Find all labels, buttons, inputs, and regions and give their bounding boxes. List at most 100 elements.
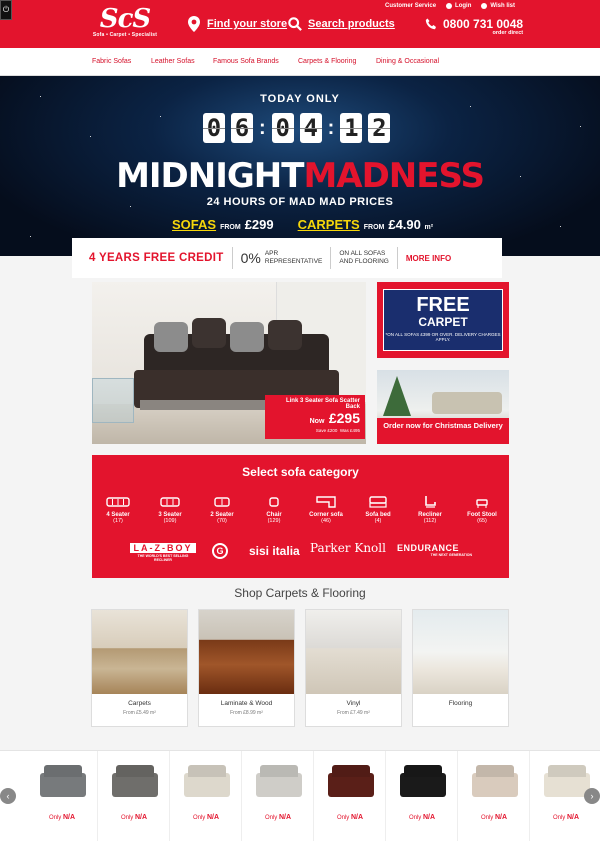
category-3-seater[interactable]: 3 Seater (109): [144, 495, 196, 524]
now-label: Now: [309, 418, 325, 425]
power-icon[interactable]: ⏻: [0, 0, 12, 20]
category-sofa-bed[interactable]: Sofa bed (4): [352, 495, 404, 524]
more-info-link[interactable]: MORE INFO: [406, 254, 451, 263]
carpet-card-name: Laminate & Wood: [220, 700, 273, 707]
nav-famous-sofa-brands[interactable]: Famous Sofa Brands: [213, 58, 279, 65]
carousel-item[interactable]: Only N/A: [98, 751, 170, 841]
sofa-price-tag[interactable]: Link 3 Seater Sofa Scatter Back Now £295…: [265, 395, 365, 439]
login-link[interactable]: Login: [446, 3, 471, 9]
hero-title-red: MADNESS: [303, 156, 484, 196]
sofa-thumbnail: [184, 773, 230, 797]
credit-scope: ON ALL SOFAS AND FLOORING: [339, 250, 388, 266]
christmas-delivery-promo[interactable]: Order now for Christmas Delivery: [377, 370, 509, 444]
sofa-thumbnail: [40, 773, 86, 797]
cushion: [268, 320, 302, 350]
recliner-icon: [425, 496, 436, 508]
sofas-offer[interactable]: SOFAS FROM £299: [172, 217, 274, 232]
apr-line-1: APR: [264, 250, 279, 257]
sofa-category-panel: Select sofa category 4 Seater (17) 3 Sea…: [92, 455, 509, 578]
carousel-item[interactable]: Only N/A: [386, 751, 458, 841]
endurance-tagline: THE NEXT GENERATION: [430, 553, 472, 557]
carousel-prev-button[interactable]: ‹: [0, 788, 16, 804]
carpet-card-carpets[interactable]: Carpets From £5.49 m²: [91, 609, 188, 727]
category-count: (129): [267, 518, 281, 524]
sisi-italia-logo[interactable]: sisi italia: [249, 544, 300, 558]
sofa-thumbnail: [112, 773, 158, 797]
carousel-item[interactable]: Only N/A: [26, 751, 98, 841]
carousel-item[interactable]: Only N/A: [458, 751, 530, 841]
carpets-offer[interactable]: CARPETS FROM £4.90 m²: [298, 217, 433, 232]
foot-stool-icon: [476, 499, 488, 508]
category-count: (46): [321, 518, 331, 524]
category-count: (4): [374, 518, 382, 524]
free-carpet-promo[interactable]: FREE CARPET *ON ALL SOFAS £399 OR OVER. …: [377, 282, 509, 358]
carpet-card-price: From £7.49 m²: [337, 710, 370, 716]
timer-digit: 0: [271, 113, 294, 143]
carousel-price: Only N/A: [530, 814, 600, 821]
christmas-delivery-label: Order now for Christmas Delivery: [377, 418, 509, 444]
phone-number: 0800 731 0048: [443, 17, 524, 31]
timer-digit: 0: [203, 113, 225, 143]
divider: [231, 247, 233, 269]
sofa-thumbnail: [328, 773, 374, 797]
nav-fabric-sofas[interactable]: Fabric Sofas: [92, 58, 131, 65]
category-2-seater[interactable]: 2 Seater (70): [196, 495, 248, 524]
midnight-madness-banner[interactable]: TODAY ONLY 0 6 : 0 4 : 1 2 MIDNIGHTMADNE…: [0, 76, 600, 256]
nav-leather-sofas[interactable]: Leather Sofas: [151, 58, 195, 65]
sofa-name: Link 3 Seater Sofa Scatter Back: [285, 398, 360, 410]
phone-icon: [425, 18, 436, 30]
endurance-logo[interactable]: ENDURANCE THE NEXT GENERATION: [397, 543, 472, 557]
timer-colon: :: [259, 116, 266, 139]
main-nav: Fabric Sofas Leather Sofas Famous Sofa B…: [0, 48, 600, 76]
category-foot-stool[interactable]: Foot Stool (65): [456, 495, 508, 524]
nav-carpets-flooring[interactable]: Carpets & Flooring: [298, 58, 356, 65]
find-store-link[interactable]: Find your store: [187, 16, 287, 32]
carousel-price: Only N/A: [26, 814, 98, 821]
parker-knoll-logo[interactable]: Parker Knoll: [310, 541, 386, 555]
wish-list-link[interactable]: Wish list: [481, 3, 515, 9]
today-only-label: TODAY ONLY: [260, 93, 340, 105]
phone-order[interactable]: 0800 731 0048 order direct: [425, 18, 523, 36]
cushion: [192, 318, 226, 348]
corner-sofa-icon: [316, 496, 336, 508]
flooring-image: [413, 610, 508, 694]
category-recliner[interactable]: Recliner (112): [404, 495, 456, 524]
category-chair[interactable]: Chair (129): [248, 495, 300, 524]
category-count: (65): [477, 518, 487, 524]
category-corner-sofa[interactable]: Corner sofa (46): [300, 495, 352, 524]
category-count: (70): [217, 518, 227, 524]
price-value: N/A: [566, 814, 580, 821]
category-count: (17): [113, 518, 123, 524]
customer-service-link[interactable]: Customer Service: [385, 3, 436, 9]
free-carpet-terms: *ON ALL SOFAS £399 OR OVER. DELIVERY CHA…: [385, 332, 501, 342]
side-table: [92, 378, 134, 423]
carpet-card-vinyl[interactable]: Vinyl From £7.49 m²: [305, 609, 402, 727]
carpet-label: CARPET: [418, 315, 468, 329]
la-z-boy-logo[interactable]: LA-Z-BOY THE WORLD'S BEST SELLING RECLIN…: [130, 543, 196, 562]
scs-logo[interactable]: ScS Sofa • Carpet • Specialist: [90, 6, 160, 38]
carousel-price: Only N/A: [314, 814, 386, 821]
carousel-item[interactable]: Only N/A: [170, 751, 242, 841]
sofa-thumbnail: [472, 773, 518, 797]
search-products-link[interactable]: Search products: [288, 16, 395, 32]
carousel-next-button[interactable]: ›: [584, 788, 600, 804]
carousel-item[interactable]: Only N/A: [314, 751, 386, 841]
sofa-bed-icon: [369, 496, 387, 508]
carpet-card-flooring[interactable]: Flooring: [412, 609, 509, 727]
cushion: [230, 322, 264, 352]
logo-tagline: Sofa • Carpet • Specialist: [92, 32, 158, 38]
carpet-card-laminate[interactable]: Laminate & Wood From £8.99 m²: [198, 609, 295, 727]
g-brand-logo[interactable]: G: [212, 543, 228, 559]
category-4-seater[interactable]: 4 Seater (17): [92, 495, 144, 524]
laminate-image: [199, 610, 294, 694]
carousel-item[interactable]: Only N/A: [242, 751, 314, 841]
product-carousel: Only N/A Only N/A Only N/A Only N/A Only…: [0, 750, 600, 841]
carpets-price: £4.90: [388, 217, 421, 232]
only-label: Only: [552, 815, 566, 821]
price-value: N/A: [134, 814, 148, 821]
scope-line-1: ON ALL SOFAS: [339, 250, 386, 257]
sofa-thumbnail: [256, 773, 302, 797]
price-value: N/A: [278, 814, 292, 821]
carousel-price: Only N/A: [98, 814, 170, 821]
nav-dining-occasional[interactable]: Dining & Occasional: [376, 58, 439, 65]
